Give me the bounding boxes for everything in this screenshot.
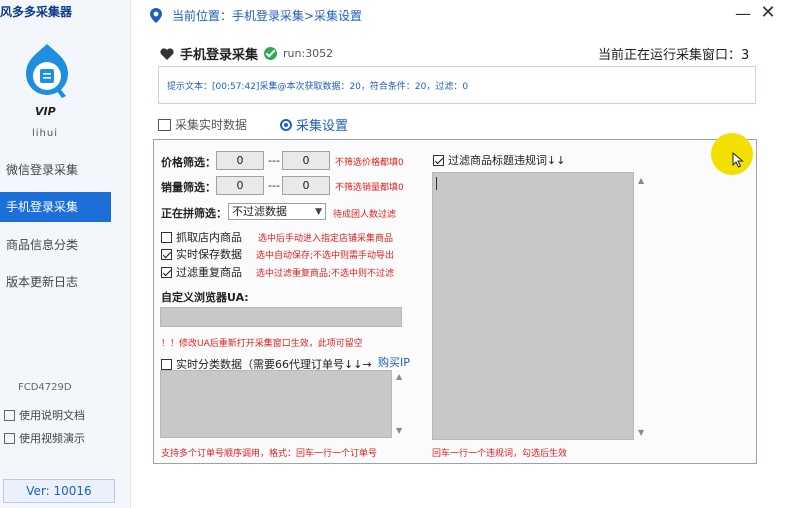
doc-link[interactable]: 使用说明文档: [4, 407, 85, 423]
price-filter-note: 不筛选价格都填0: [335, 158, 404, 168]
tab-settings-label: 采集设置: [296, 119, 349, 134]
price-filter-label: 价格筛选：: [161, 156, 216, 169]
main-panel: 手机登录采集 run:3052 当前正在运行采集窗口：3 提示文本：[00:57…: [152, 34, 760, 508]
checkbox-box: [161, 358, 172, 370]
buy-ip-link[interactable]: 购买IP: [378, 354, 410, 370]
breadcrumb: 当前位置：手机登录采集>采集设置: [172, 9, 363, 23]
chevron-down-icon: ▼: [315, 207, 322, 217]
order-number-textarea[interactable]: [160, 370, 392, 438]
run-status: run:3052: [283, 47, 334, 60]
tab-realtime-label: 采集实时数据: [175, 118, 248, 132]
minimize-button[interactable]: —: [734, 4, 752, 24]
group-filter-value: 不过滤数据: [232, 205, 287, 218]
keyword-textarea[interactable]: [432, 172, 634, 440]
checkbox-box: [161, 231, 172, 243]
checkbox-label: 抓取店内商品: [176, 231, 242, 244]
ua-note: ！！修改UA后重新打开采集窗口生效，此项可留空: [161, 339, 363, 349]
play-icon: [4, 432, 15, 444]
realtime-save-checkbox[interactable]: 实时保存数据: [161, 246, 242, 262]
ua-input[interactable]: [160, 307, 402, 327]
gear-icon: [280, 118, 292, 131]
app-logo-icon: [26, 44, 68, 98]
sales-max-input[interactable]: 0: [282, 176, 330, 195]
heart-icon: [160, 47, 174, 60]
group-filter-note: 待成团人数过滤: [333, 210, 397, 220]
order-number-note: 支持多个订单号顺序调用，格式：回车一行一个订单号: [161, 449, 378, 459]
location-pin-icon: [150, 8, 162, 23]
sidebar-item-changelog[interactable]: 版本更新日志: [0, 267, 111, 297]
doc-link-label: 使用说明文档: [19, 409, 85, 422]
sidebar-item-product-classify[interactable]: 商品信息分类: [0, 230, 111, 260]
video-link-label: 使用视频演示: [19, 432, 85, 445]
checkbox-label: 实时保存数据: [176, 248, 242, 261]
section-title: 手机登录采集: [180, 48, 259, 63]
document-icon: [4, 409, 15, 421]
video-link[interactable]: 使用视频演示: [4, 430, 85, 446]
realtime-save-note: 选中自动保存;不选中则需手动导出: [256, 251, 395, 261]
chevron-up-icon: ▲: [638, 176, 645, 185]
price-min-input[interactable]: 0: [216, 151, 264, 170]
group-filter-select[interactable]: 不过滤数据 ▼: [228, 203, 326, 220]
order-textarea-scrollbar[interactable]: ▲ ▼: [394, 370, 406, 438]
chevron-down-icon: ▼: [396, 426, 403, 435]
machine-code: FCD4729D: [18, 382, 72, 393]
checkbox-label: 过滤商品标题违规词↓↓: [448, 154, 566, 167]
sales-filter-label: 销量筛选：: [161, 181, 216, 194]
tab-realtime-data[interactable]: 采集实时数据: [158, 116, 247, 133]
chevron-down-icon: ▼: [638, 428, 645, 437]
user-name: lihui: [32, 128, 59, 139]
sidebar-item-wechat-login[interactable]: 微信登录采集: [0, 155, 111, 185]
sales-separator: ---: [268, 179, 280, 192]
checkbox-box: [161, 248, 172, 260]
keyword-filter-note: 回车一行一个违规词，勾选后生效: [432, 449, 568, 459]
price-separator: ---: [268, 154, 280, 167]
fetch-store-items-note: 选中后手动进入指定店铺采集商品: [258, 234, 394, 244]
vip-badge: VIP: [35, 105, 56, 118]
checkbox-box: [433, 154, 444, 166]
keyword-textarea-scrollbar[interactable]: ▲ ▼: [636, 172, 648, 440]
section-header: 手机登录采集 run:3052: [160, 44, 333, 63]
sidebar: 风多多采集器 VIP lihui 微信登录采集 手机登录采集 商品信息分类 版本…: [0, 0, 131, 508]
checkbox-label: 过滤重复商品: [176, 266, 242, 279]
ua-label: 自定义浏览器UA:: [161, 291, 249, 304]
close-button[interactable]: ✕: [758, 2, 778, 24]
sidebar-item-phone-login[interactable]: 手机登录采集: [0, 192, 111, 222]
mouse-pointer-icon: [732, 152, 744, 168]
price-max-input[interactable]: 0: [282, 151, 330, 170]
version-badge: Ver: 10016: [3, 479, 115, 503]
chevron-up-icon: ▲: [396, 372, 403, 381]
filter-duplicates-note: 选中过滤重复商品;不选中则不过滤: [256, 269, 395, 279]
keyword-filter-checkbox[interactable]: 过滤商品标题违规词↓↓: [433, 152, 565, 168]
filter-duplicates-checkbox[interactable]: 过滤重复商品: [161, 264, 242, 280]
check-circle-icon: [264, 47, 278, 60]
monitor-icon: [158, 118, 171, 131]
settings-panel: 价格筛选： 0 --- 0 不筛选价格都填0 销量筛选： 0 --- 0 不筛选…: [153, 139, 757, 464]
fetch-store-items-checkbox[interactable]: 抓取店内商品: [161, 229, 242, 245]
running-window-count: 当前正在运行采集窗口：3: [598, 48, 750, 63]
tab-settings[interactable]: 采集设置: [280, 115, 348, 134]
text-caret: [436, 177, 437, 190]
group-filter-label: 正在拼筛选：: [161, 207, 227, 220]
top-bar: 当前位置：手机登录采集>采集设置 — ✕: [140, 0, 785, 32]
sales-filter-note: 不筛选销量都填0: [335, 183, 404, 193]
app-title: 风多多采集器: [0, 5, 73, 19]
tip-box: 提示文本：[00:57:42]采集@本次获取数据：20，符合条件：20，过滤：0: [158, 66, 756, 104]
checkbox-box: [161, 266, 172, 278]
sales-min-input[interactable]: 0: [216, 176, 264, 195]
